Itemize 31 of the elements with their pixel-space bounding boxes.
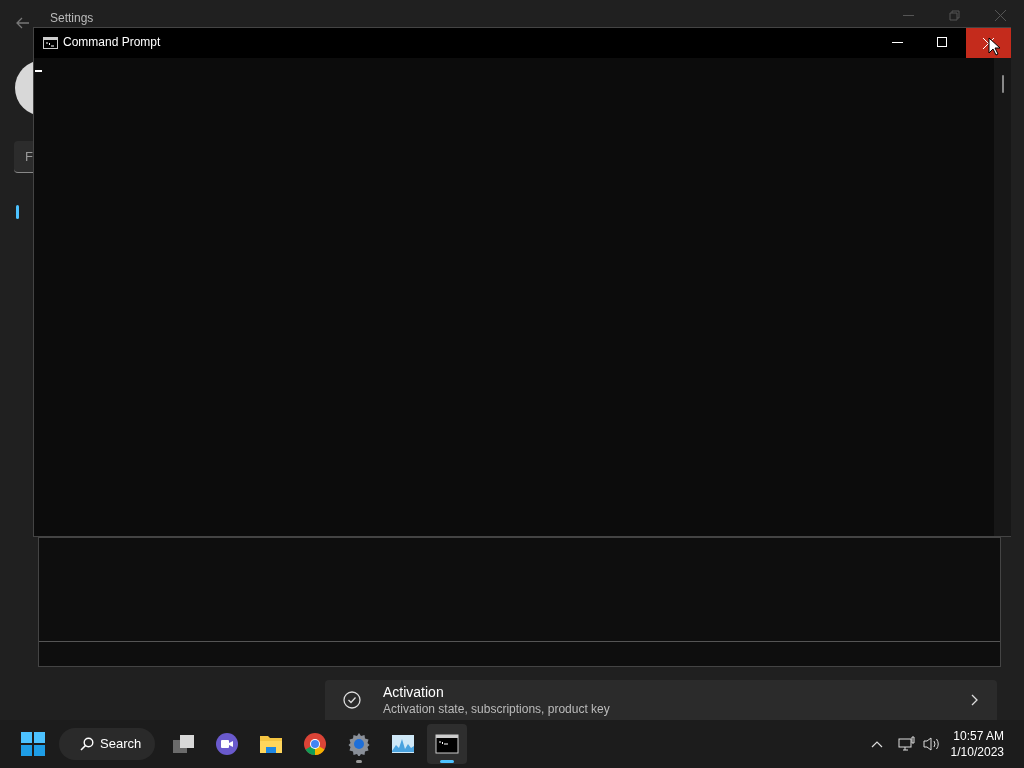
chevron-right-icon	[971, 694, 978, 706]
chart-monitor-icon	[391, 732, 415, 756]
window-title: Command Prompt	[63, 35, 161, 49]
browser-icon	[303, 732, 327, 756]
window-title: Settings	[50, 11, 94, 25]
windows-icon	[171, 732, 195, 756]
taskbar-app[interactable]	[427, 724, 467, 764]
console-icon	[43, 37, 58, 49]
volume-icon[interactable]	[922, 736, 941, 752]
maximize-icon[interactable]	[937, 37, 947, 47]
search-button[interactable]: Search	[59, 728, 155, 760]
check-circle-icon	[343, 691, 361, 709]
video-chat-icon	[215, 732, 239, 756]
network-icon[interactable]	[897, 736, 915, 752]
search-field[interactable]: F	[14, 141, 33, 173]
scrollbar[interactable]	[994, 58, 1011, 536]
back-icon[interactable]	[16, 17, 30, 29]
console-icon	[435, 732, 459, 756]
gear-icon	[347, 732, 371, 756]
close-button[interactable]	[966, 28, 1011, 58]
windows-start-icon[interactable]	[21, 732, 45, 756]
selection-indicator	[16, 205, 19, 219]
text-cursor	[35, 70, 42, 72]
card-title: Activation	[383, 684, 444, 700]
search-icon	[80, 737, 94, 751]
close-icon	[983, 37, 994, 49]
clock[interactable]: 10:57 AM 1/10/2023	[950, 728, 1004, 760]
mouse-pointer-icon	[988, 37, 1000, 56]
chevron-up-icon[interactable]	[870, 740, 883, 748]
card-subtitle: Activation state, subscriptions, product key	[383, 702, 610, 716]
activation-card[interactable]: Activation Activation state, subscriptions, product key	[325, 680, 997, 720]
